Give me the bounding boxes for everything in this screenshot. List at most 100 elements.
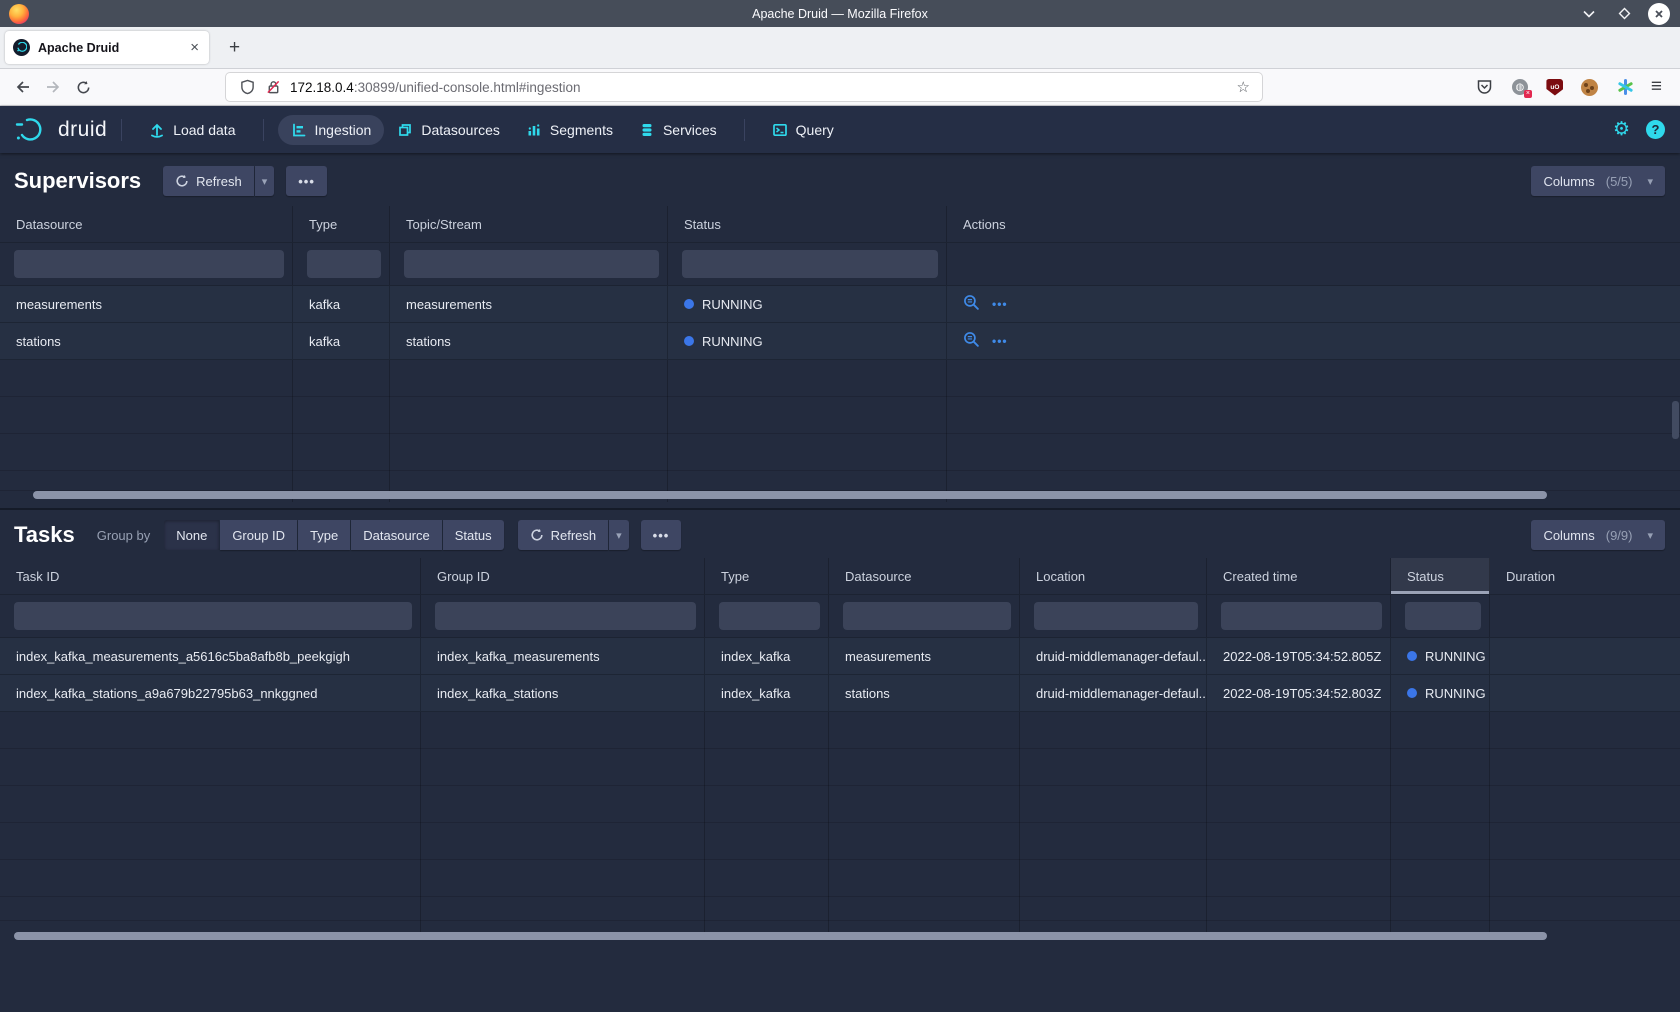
duration-cell — [1490, 638, 1680, 674]
group-by-type-button[interactable]: Type — [298, 520, 350, 550]
columns-count: (9/9) — [1606, 528, 1633, 543]
type-cell: kafka — [293, 323, 390, 359]
url-bar[interactable]: 172.18.0.4:30899/unified-console.html#in… — [226, 73, 1262, 101]
reload-icon[interactable] — [68, 73, 98, 101]
window-close-icon[interactable] — [1648, 3, 1670, 25]
columns-label: Columns — [1543, 528, 1594, 543]
group-by-none-button[interactable]: None — [164, 520, 219, 550]
group-by-datasource-button[interactable]: Datasource — [351, 520, 441, 550]
tracking-shield-icon[interactable] — [234, 79, 260, 95]
bookmark-star-icon[interactable]: ☆ — [1233, 78, 1254, 96]
supervisor-row[interactable]: stations kafka stations RUNNING ••• — [0, 323, 1680, 360]
supervisors-more-button[interactable]: ••• — [286, 166, 327, 196]
supervisors-refresh-button[interactable]: Refresh — [163, 166, 254, 196]
task-row[interactable]: index_kafka_measurements_a5616c5ba8afb8b… — [0, 638, 1680, 675]
nav-item-segments[interactable]: Segments — [513, 115, 626, 145]
group-id-cell: index_kafka_stations — [421, 675, 705, 711]
new-tab-button[interactable]: + — [223, 35, 246, 61]
horizontal-scrollbar[interactable] — [33, 491, 1547, 499]
location-cell: druid-middlemanager-defaul... — [1020, 638, 1207, 674]
topic-cell: measurements — [390, 286, 668, 322]
column-header[interactable]: Type — [293, 206, 390, 242]
filter-status-input[interactable] — [682, 250, 938, 278]
filter-created-time-input[interactable] — [1221, 602, 1382, 630]
column-header[interactable]: Task ID — [0, 558, 421, 594]
refresh-icon — [175, 174, 189, 188]
horizontal-scrollbar[interactable] — [14, 932, 1547, 940]
colorful-extension-icon[interactable] — [1616, 78, 1634, 96]
status-cell: RUNNING — [668, 323, 947, 359]
filter-datasource-input[interactable] — [843, 602, 1011, 630]
nav-item-services[interactable]: Services — [626, 115, 730, 145]
column-header[interactable]: Status — [668, 206, 947, 242]
cookie-extension-icon[interactable] — [1581, 78, 1599, 96]
column-header[interactable]: Topic/Stream — [390, 206, 668, 242]
column-header-sorted[interactable]: Status — [1391, 558, 1490, 594]
column-header[interactable]: Datasource — [0, 206, 293, 242]
columns-count: (5/5) — [1606, 174, 1633, 189]
group-by-group-id-button[interactable]: Group ID — [220, 520, 297, 550]
filter-status-input[interactable] — [1405, 602, 1481, 630]
group-by-segmented-control: None Group ID Type Datasource Status — [164, 520, 503, 550]
status-dot — [1407, 688, 1417, 698]
tab-close-icon[interactable]: × — [188, 39, 201, 56]
filter-datasource-input[interactable] — [14, 250, 284, 278]
column-header[interactable]: Type — [705, 558, 829, 594]
supervisors-section: Supervisors Refresh ▾ ••• Columns (5/5) … — [0, 153, 1680, 502]
window-minimize-icon[interactable] — [1578, 3, 1600, 25]
datasource-cell: measurements — [829, 638, 1020, 674]
task-row[interactable]: index_kafka_stations_a9a679b22795b63_nnk… — [0, 675, 1680, 712]
column-header[interactable]: Created time — [1207, 558, 1391, 594]
columns-label: Columns — [1543, 174, 1594, 189]
type-cell: kafka — [293, 286, 390, 322]
supervisor-detail-icon[interactable] — [963, 294, 980, 314]
tasks-more-button[interactable]: ••• — [641, 520, 682, 550]
window-maximize-icon[interactable] — [1613, 3, 1635, 25]
window-titlebar[interactable]: Apache Druid — Mozilla Firefox — [0, 0, 1680, 27]
settings-gear-icon[interactable]: ⚙ — [1613, 118, 1630, 141]
filter-group-id-input[interactable] — [435, 602, 696, 630]
extension-disabled-icon[interactable]: ◍ × — [1511, 78, 1529, 96]
column-header[interactable]: Datasource — [829, 558, 1020, 594]
column-header[interactable]: Group ID — [421, 558, 705, 594]
column-header[interactable]: Location — [1020, 558, 1207, 594]
status-dot — [1407, 651, 1417, 661]
created-time-cell: 2022-08-19T05:34:52.805Z — [1207, 638, 1391, 674]
help-icon[interactable]: ? — [1646, 120, 1665, 139]
nav-item-load-data[interactable]: Load data — [136, 115, 248, 145]
supervisor-actions-more-icon[interactable]: ••• — [992, 297, 1008, 311]
back-icon[interactable] — [8, 73, 38, 101]
column-header[interactable]: Actions — [947, 206, 1680, 242]
supervisor-actions-more-icon[interactable]: ••• — [992, 334, 1008, 348]
supervisor-detail-icon[interactable] — [963, 331, 980, 351]
tasks-refresh-caret-button[interactable]: ▾ — [609, 520, 629, 550]
filter-location-input[interactable] — [1034, 602, 1198, 630]
tasks-columns-button[interactable]: Columns (9/9) ▾ — [1531, 520, 1665, 550]
caret-down-icon: ▾ — [1647, 529, 1653, 542]
filter-type-input[interactable] — [307, 250, 381, 278]
nav-item-datasources[interactable]: Datasources — [384, 115, 513, 145]
druid-favicon-icon — [13, 39, 30, 56]
nav-item-ingestion[interactable]: Ingestion — [278, 115, 385, 145]
menu-hamburger-icon[interactable]: ≡ — [1651, 76, 1662, 98]
column-header[interactable]: Duration — [1490, 558, 1680, 594]
query-icon — [772, 122, 788, 138]
druid-brand[interactable]: druid — [15, 117, 107, 143]
browser-tab-apache-druid[interactable]: Apache Druid × — [5, 31, 209, 64]
filter-topic-input[interactable] — [404, 250, 659, 278]
forward-icon[interactable] — [38, 73, 68, 101]
supervisors-refresh-caret-button[interactable]: ▾ — [255, 166, 275, 196]
tasks-refresh-button[interactable]: Refresh — [518, 520, 609, 550]
supervisors-columns-button[interactable]: Columns (5/5) ▾ — [1531, 166, 1665, 196]
vertical-scrollbar-thumb[interactable] — [1672, 401, 1679, 439]
ublock-origin-icon[interactable]: uO — [1546, 78, 1564, 96]
nav-item-query[interactable]: Query — [759, 115, 847, 145]
filter-task-id-input[interactable] — [14, 602, 412, 630]
pocket-icon[interactable] — [1476, 78, 1494, 96]
group-by-status-button[interactable]: Status — [443, 520, 504, 550]
filter-type-input[interactable] — [719, 602, 820, 630]
insecure-lock-icon[interactable] — [260, 79, 286, 95]
tab-title: Apache Druid — [38, 41, 188, 55]
type-cell: index_kafka — [705, 638, 829, 674]
supervisor-row[interactable]: measurements kafka measurements RUNNING … — [0, 286, 1680, 323]
